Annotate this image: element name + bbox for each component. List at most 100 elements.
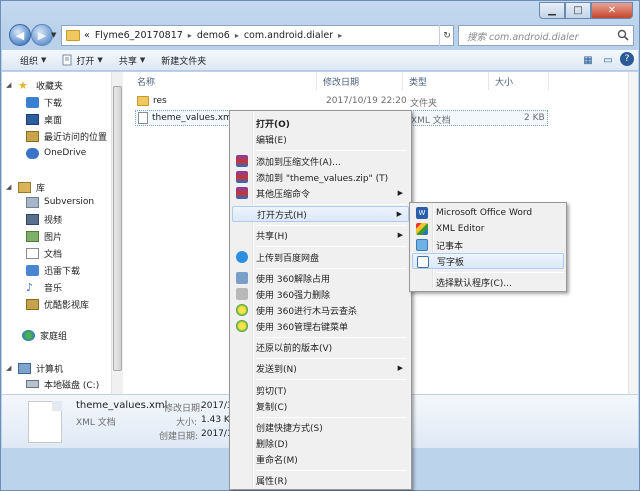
organize-button[interactable]: 组织 ▼	[2, 54, 54, 67]
menu-item-properties[interactable]: 属性(R)	[232, 472, 409, 488]
sidebar-label: 文档	[44, 249, 63, 260]
menu-item-360-menu[interactable]: 使用 360管理右键菜单	[232, 318, 409, 334]
preview-pane-icon[interactable]: ▭	[600, 52, 616, 68]
breadcrumb-arrow-icon[interactable]: ▸	[188, 31, 192, 40]
help-icon[interactable]: ?	[620, 52, 634, 66]
sidebar-item-youku[interactable]: 优酷影视库	[26, 296, 89, 312]
menu-label: 剪切(T)	[256, 386, 287, 397]
column-header-name[interactable]: 名称	[131, 72, 317, 90]
menu-separator	[256, 246, 406, 247]
menu-item-add-archive[interactable]: 添加到压缩文件(A)...	[232, 153, 409, 169]
open-button[interactable]: 打开 ▼	[54, 54, 110, 67]
submenu-item-choose-default[interactable]: 选择默认程序(C)...	[412, 274, 564, 290]
back-button[interactable]: ◀	[9, 24, 31, 46]
menu-item-open[interactable]: 打开(O)	[232, 115, 409, 131]
chevron-down-icon: ▼	[139, 56, 146, 64]
sidebar-item-recent[interactable]: 最近访问的位置	[26, 128, 107, 144]
content-scrollbar[interactable]	[628, 72, 638, 394]
sidebar-item-homegroup[interactable]: 家庭组	[22, 327, 67, 343]
breadcrumb-2[interactable]: demo6	[197, 30, 230, 41]
menu-item-restore[interactable]: 还原以前的版本(V)	[232, 339, 409, 355]
menu-separator	[436, 272, 564, 273]
scrollbar-thumb[interactable]	[113, 86, 122, 371]
sidebar-item-desktop[interactable]: 桌面	[26, 111, 62, 127]
menu-label: 编辑(E)	[256, 135, 287, 146]
menu-label: 添加到 "theme_values.zip" (T)	[256, 173, 389, 184]
search-icon[interactable]	[617, 29, 629, 44]
menu-item-add-zip[interactable]: 添加到 "theme_values.zip" (T)	[232, 169, 409, 185]
desktop-icon	[26, 113, 39, 125]
expand-icon[interactable]: ◢	[6, 183, 14, 191]
menu-item-baidu[interactable]: 上传到百度网盘	[232, 249, 409, 265]
menu-item-edit[interactable]: 编辑(E)	[232, 131, 409, 147]
expand-icon[interactable]: ◢	[6, 81, 14, 89]
menu-item-delete[interactable]: 删除(D)	[232, 435, 409, 451]
sidebar-item-music[interactable]: ♪ 音乐	[26, 279, 62, 295]
history-dropdown-icon[interactable]: ▼	[51, 31, 56, 39]
sidebar-item-library[interactable]: ◢ 库	[6, 179, 45, 195]
sidebar-item-favorites[interactable]: ◢ ★ 收藏夹	[6, 77, 63, 93]
share-button[interactable]: 共享 ▼	[111, 54, 153, 67]
forward-button[interactable]: ▶	[31, 24, 53, 46]
menu-item-open-with[interactable]: 打开方式(H) ▶	[232, 206, 409, 222]
menu-item-cut[interactable]: 剪切(T)	[232, 382, 409, 398]
breadcrumb-3[interactable]: com.android.dialer	[244, 30, 333, 41]
menu-item-send-to[interactable]: 发送到(N) ▶	[232, 360, 409, 376]
winrar-icon	[236, 171, 248, 183]
navigation-pane: ◢ ★ 收藏夹 下载 桌面 最近访问的位置 OneDrive ◢ 库 Subversi…	[2, 72, 122, 394]
sidebar-item-onedrive[interactable]: OneDrive	[26, 145, 86, 161]
breadcrumb-arrow-icon[interactable]: ▸	[235, 31, 239, 40]
menu-separator	[256, 337, 406, 338]
submenu-item-notepad[interactable]: 记事本	[412, 237, 564, 253]
homegroup-icon	[22, 329, 35, 341]
breadcrumb-arrow-icon[interactable]: ▸	[338, 31, 342, 40]
menu-label: 发送到(N)	[256, 364, 297, 375]
address-overflow[interactable]: «	[84, 30, 90, 41]
menu-item-shortcut[interactable]: 创建快捷方式(S)	[232, 419, 409, 435]
context-menu: 打开(O) 编辑(E) 添加到压缩文件(A)... 添加到 "theme_val…	[229, 110, 412, 490]
menu-item-copy[interactable]: 复制(C)	[232, 398, 409, 414]
column-header-date[interactable]: 修改日期	[317, 72, 403, 90]
sidebar-item-subversion[interactable]: Subversion	[26, 194, 94, 210]
navigation-scrollbar[interactable]	[111, 72, 123, 394]
sidebar-item-downloads[interactable]: 下载	[26, 94, 62, 110]
sidebar-item-pictures[interactable]: 图片	[26, 228, 62, 244]
menu-separator	[256, 379, 406, 380]
sidebar-item-documents[interactable]: 文档	[26, 245, 62, 261]
menu-label: Microsoft Office Word	[436, 208, 533, 218]
submenu-item-wordpad[interactable]: 写字板	[412, 253, 564, 269]
menu-item-other-compress[interactable]: 其他压缩命令 ▶	[232, 185, 409, 201]
document-icon	[26, 247, 39, 259]
minimize-button[interactable]: ▁	[539, 2, 565, 19]
menu-item-share[interactable]: 共享(H) ▶	[232, 227, 409, 243]
refresh-icon[interactable]: ↻	[439, 25, 454, 46]
unlock-icon	[236, 272, 248, 284]
share-label: 共享	[118, 56, 137, 67]
address-bar[interactable]: « Flyme6_20170817 ▸ demo6 ▸ com.android.…	[61, 25, 454, 46]
view-options-icon[interactable]: ▦	[580, 52, 596, 68]
menu-item-rename[interactable]: 重命名(M)	[232, 451, 409, 467]
close-button[interactable]: ✕	[591, 2, 633, 19]
maximize-button[interactable]: □	[565, 2, 591, 19]
sidebar-item-videos[interactable]: 视频	[26, 211, 62, 227]
menu-separator	[256, 150, 406, 151]
menu-item-360-delete[interactable]: 使用 360强力删除	[232, 286, 409, 302]
sidebar-item-computer[interactable]: ◢ 计算机	[6, 360, 63, 376]
menu-item-360-scan[interactable]: 使用 360进行木马云查杀	[232, 302, 409, 318]
new-folder-button[interactable]: 新建文件夹	[153, 54, 214, 67]
expand-icon[interactable]: ◢	[6, 364, 14, 372]
file-row-res[interactable]: res 2017/10/19 22:20 文件夹	[135, 94, 553, 110]
sidebar-label: 家庭组	[40, 331, 68, 342]
column-header-type[interactable]: 类型	[403, 72, 489, 90]
submenu-item-word[interactable]: W Microsoft Office Word	[412, 205, 564, 221]
menu-separator	[256, 417, 406, 418]
breadcrumb-1[interactable]: Flyme6_20170817	[95, 30, 183, 41]
sidebar-item-local-disk[interactable]: 本地磁盘 (C:)	[26, 376, 99, 392]
submenu-item-xml-editor[interactable]: XML Editor	[412, 221, 564, 237]
column-header-size[interactable]: 大小	[489, 72, 549, 90]
menu-label: 添加到压缩文件(A)...	[256, 157, 341, 168]
sidebar-item-xunlei[interactable]: 迅雷下载	[26, 262, 80, 278]
search-input[interactable]: 搜索 com.android.dialer	[458, 25, 634, 46]
submenu-arrow-icon: ▶	[397, 189, 403, 197]
menu-item-360-unlock[interactable]: 使用 360解除占用	[232, 270, 409, 286]
